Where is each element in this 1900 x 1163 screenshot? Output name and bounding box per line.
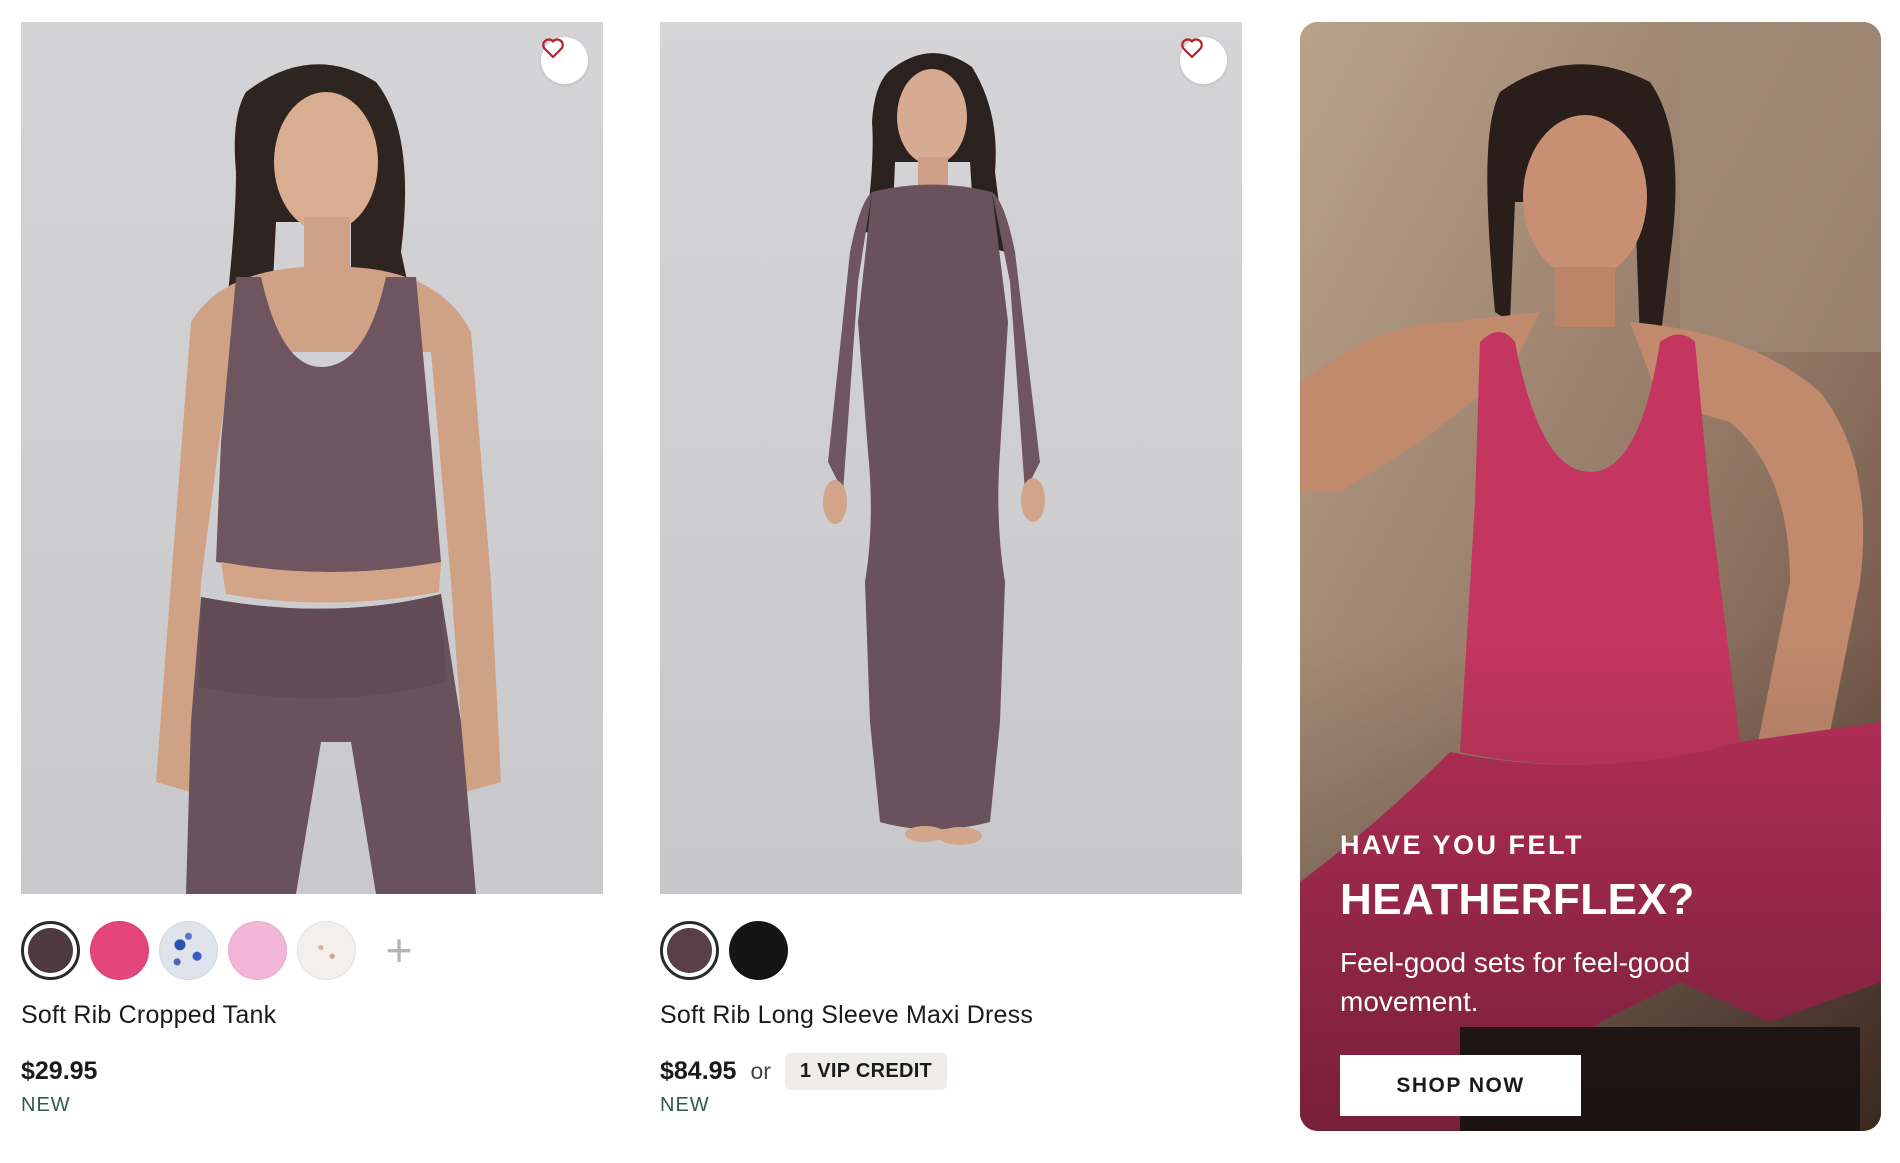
product-photo[interactable] <box>21 22 603 894</box>
favorite-button[interactable] <box>1180 37 1227 84</box>
product-name[interactable]: Soft Rib Cropped Tank <box>21 1001 603 1030</box>
swatch-plum[interactable] <box>21 920 80 980</box>
swatch-blue-print[interactable] <box>159 920 218 980</box>
product-photo[interactable] <box>660 22 1242 894</box>
swatch-speckle[interactable] <box>297 920 356 980</box>
model-in-cropped-tank-photo <box>21 22 603 894</box>
shop-now-button[interactable]: SHOP NOW <box>1340 1055 1581 1116</box>
new-badge: NEW <box>660 1094 710 1116</box>
product-price: $84.95 <box>660 1056 737 1085</box>
product-card-maxi-dress[interactable]: Soft Rib Long Sleeve Maxi Dress $84.95 o… <box>660 22 1242 1117</box>
product-price: $29.95 <box>21 1056 98 1085</box>
color-swatches <box>660 919 1242 981</box>
promo-banner-heatherflex[interactable]: HAVE YOU FELT HEATHERFLEX? Feel-good set… <box>1300 22 1881 1131</box>
promo-text-block: HAVE YOU FELT HEATHERFLEX? Feel-good set… <box>1340 830 1840 1116</box>
promo-headline: HEATHERFLEX? <box>1340 875 1695 924</box>
swatch-plum[interactable] <box>660 920 719 980</box>
swatch-light-pink[interactable] <box>228 920 287 980</box>
new-badge: NEW <box>21 1094 71 1116</box>
more-colors-button[interactable]: + <box>374 925 424 975</box>
swatch-pink[interactable] <box>90 920 149 980</box>
heart-icon <box>542 38 564 59</box>
swatch-black[interactable] <box>729 920 788 980</box>
product-card-cropped-tank[interactable]: + Soft Rib Cropped Tank $29.95 NEW <box>21 22 603 1117</box>
model-in-maxi-dress-photo <box>660 22 1242 894</box>
vip-credit-badge: 1 VIP CREDIT <box>784 1052 948 1090</box>
product-name[interactable]: Soft Rib Long Sleeve Maxi Dress <box>660 1001 1242 1030</box>
promo-subtext: Feel-good sets for feel-good movement. <box>1340 947 1691 1017</box>
promo-kicker: HAVE YOU FELT <box>1340 830 1585 860</box>
or-label: or <box>750 1057 771 1084</box>
heart-icon <box>1181 38 1203 59</box>
product-grid: + Soft Rib Cropped Tank $29.95 NEW Soft … <box>0 0 1900 1163</box>
favorite-button[interactable] <box>541 37 588 84</box>
color-swatches: + <box>21 919 603 981</box>
price-row: $29.95 <box>21 1052 603 1090</box>
price-row: $84.95 or 1 VIP CREDIT <box>660 1052 1242 1090</box>
